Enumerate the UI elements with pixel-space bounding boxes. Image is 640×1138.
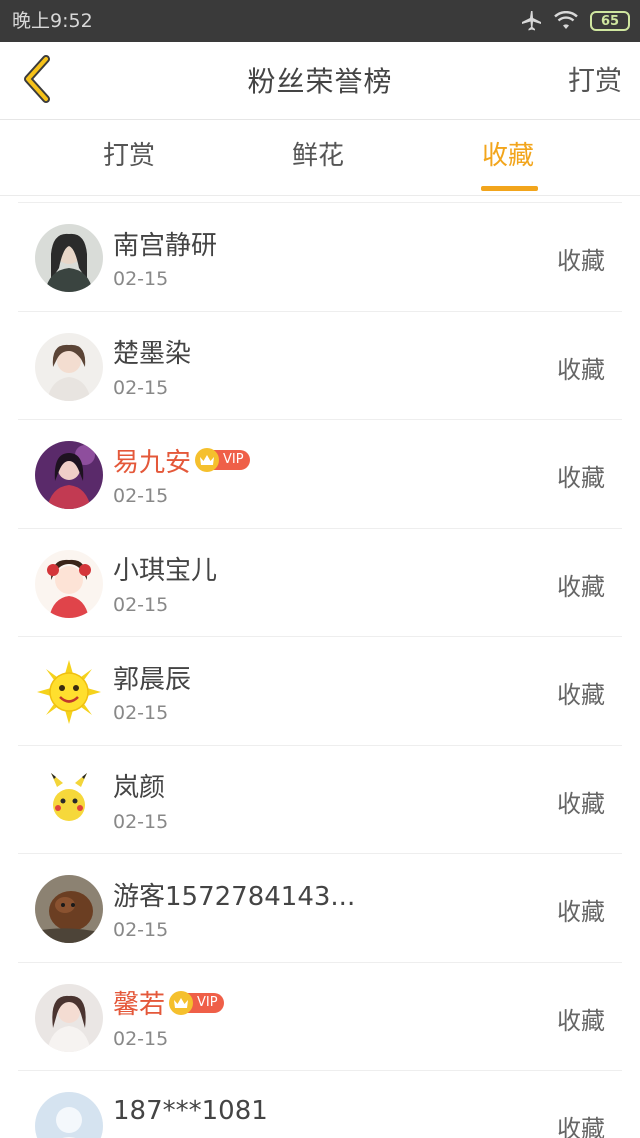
list-item[interactable]: 游客1572784143... 02-15 收藏 [18,854,622,963]
tab-flowers[interactable]: 鲜花 [292,138,344,174]
vip-badge: VIP [195,448,250,472]
list-item[interactable]: 易九安 VIP 02-15 收藏 [18,420,622,529]
list-item[interactable]: 187***1081 收藏 [18,1071,622,1138]
page-title: 粉丝荣誉榜 [247,65,393,98]
user-name: 小琪宝儿 [113,556,218,586]
user-name: 易九安 [113,447,192,478]
airplane-mode-icon [520,10,542,32]
action-label: 收藏 [557,898,605,926]
date: 02-15 [113,919,169,941]
date: 02-15 [113,268,169,290]
wifi-icon [554,11,578,31]
date: 02-15 [113,376,169,399]
action-label: 收藏 [557,355,605,384]
avatar [35,875,103,943]
action-label: 收藏 [557,247,605,275]
user-name: 187***1081 [113,1096,268,1126]
action-label: 收藏 [557,464,605,492]
action-label: 收藏 [557,789,605,818]
date: 02-15 [113,485,169,507]
crown-icon [195,448,220,472]
list-item[interactable]: 馨若 VIP 02-15 收藏 [18,963,622,1071]
user-name: 游客1572784143... [113,881,356,912]
avatar [35,549,103,618]
user-name: 南宫静研 [113,230,218,261]
action-label: 收藏 [557,1006,605,1035]
battery-indicator: 65 [590,11,630,31]
avatar [35,983,103,1052]
tab-bar: 打赏 鲜花 收藏 [0,120,640,196]
reward-button[interactable]: 打赏 [568,64,622,100]
list-item[interactable]: 小琪宝儿 02-15 收藏 [18,529,622,637]
list-item[interactable]: 楚墨染 02-15 收藏 [18,312,622,420]
avatar [35,766,103,835]
date: 02-15 [113,593,169,616]
list-item[interactable]: 南宫静研 02-15 收藏 [18,203,622,312]
date: 02-15 [113,810,169,833]
user-name: 馨若 [113,990,166,1020]
user-name: 岚颜 [113,773,166,803]
action-label: 收藏 [557,1115,605,1138]
status-icons: 65 [520,8,630,34]
fan-list: 南宫静研 02-15 收藏 楚墨染 02-15 收藏 易九安 VIP 02-15 [18,202,622,1138]
avatar [35,224,103,292]
list-item[interactable]: 郭晨辰 02-15 收藏 [18,637,622,746]
vip-badge: VIP [169,990,224,1015]
avatar [35,332,103,401]
user-name: 郭晨辰 [113,664,192,695]
avatar [35,441,103,509]
date: 02-15 [113,1027,169,1050]
action-label: 收藏 [557,572,605,601]
crown-icon [169,990,194,1015]
avatar [35,658,103,726]
date: 02-15 [113,702,169,724]
header: 粉丝荣誉榜 打赏 [0,42,640,120]
tab-favorites[interactable]: 收藏 [482,138,534,174]
status-time: 晚上9:52 [12,10,93,32]
avatar [35,1092,103,1138]
tab-reward[interactable]: 打赏 [103,138,155,174]
user-name: 楚墨染 [113,339,192,369]
list-item[interactable]: 岚颜 02-15 收藏 [18,746,622,854]
status-bar: 晚上9:52 65 [0,0,640,42]
action-label: 收藏 [557,681,605,709]
active-tab-indicator [481,186,538,191]
